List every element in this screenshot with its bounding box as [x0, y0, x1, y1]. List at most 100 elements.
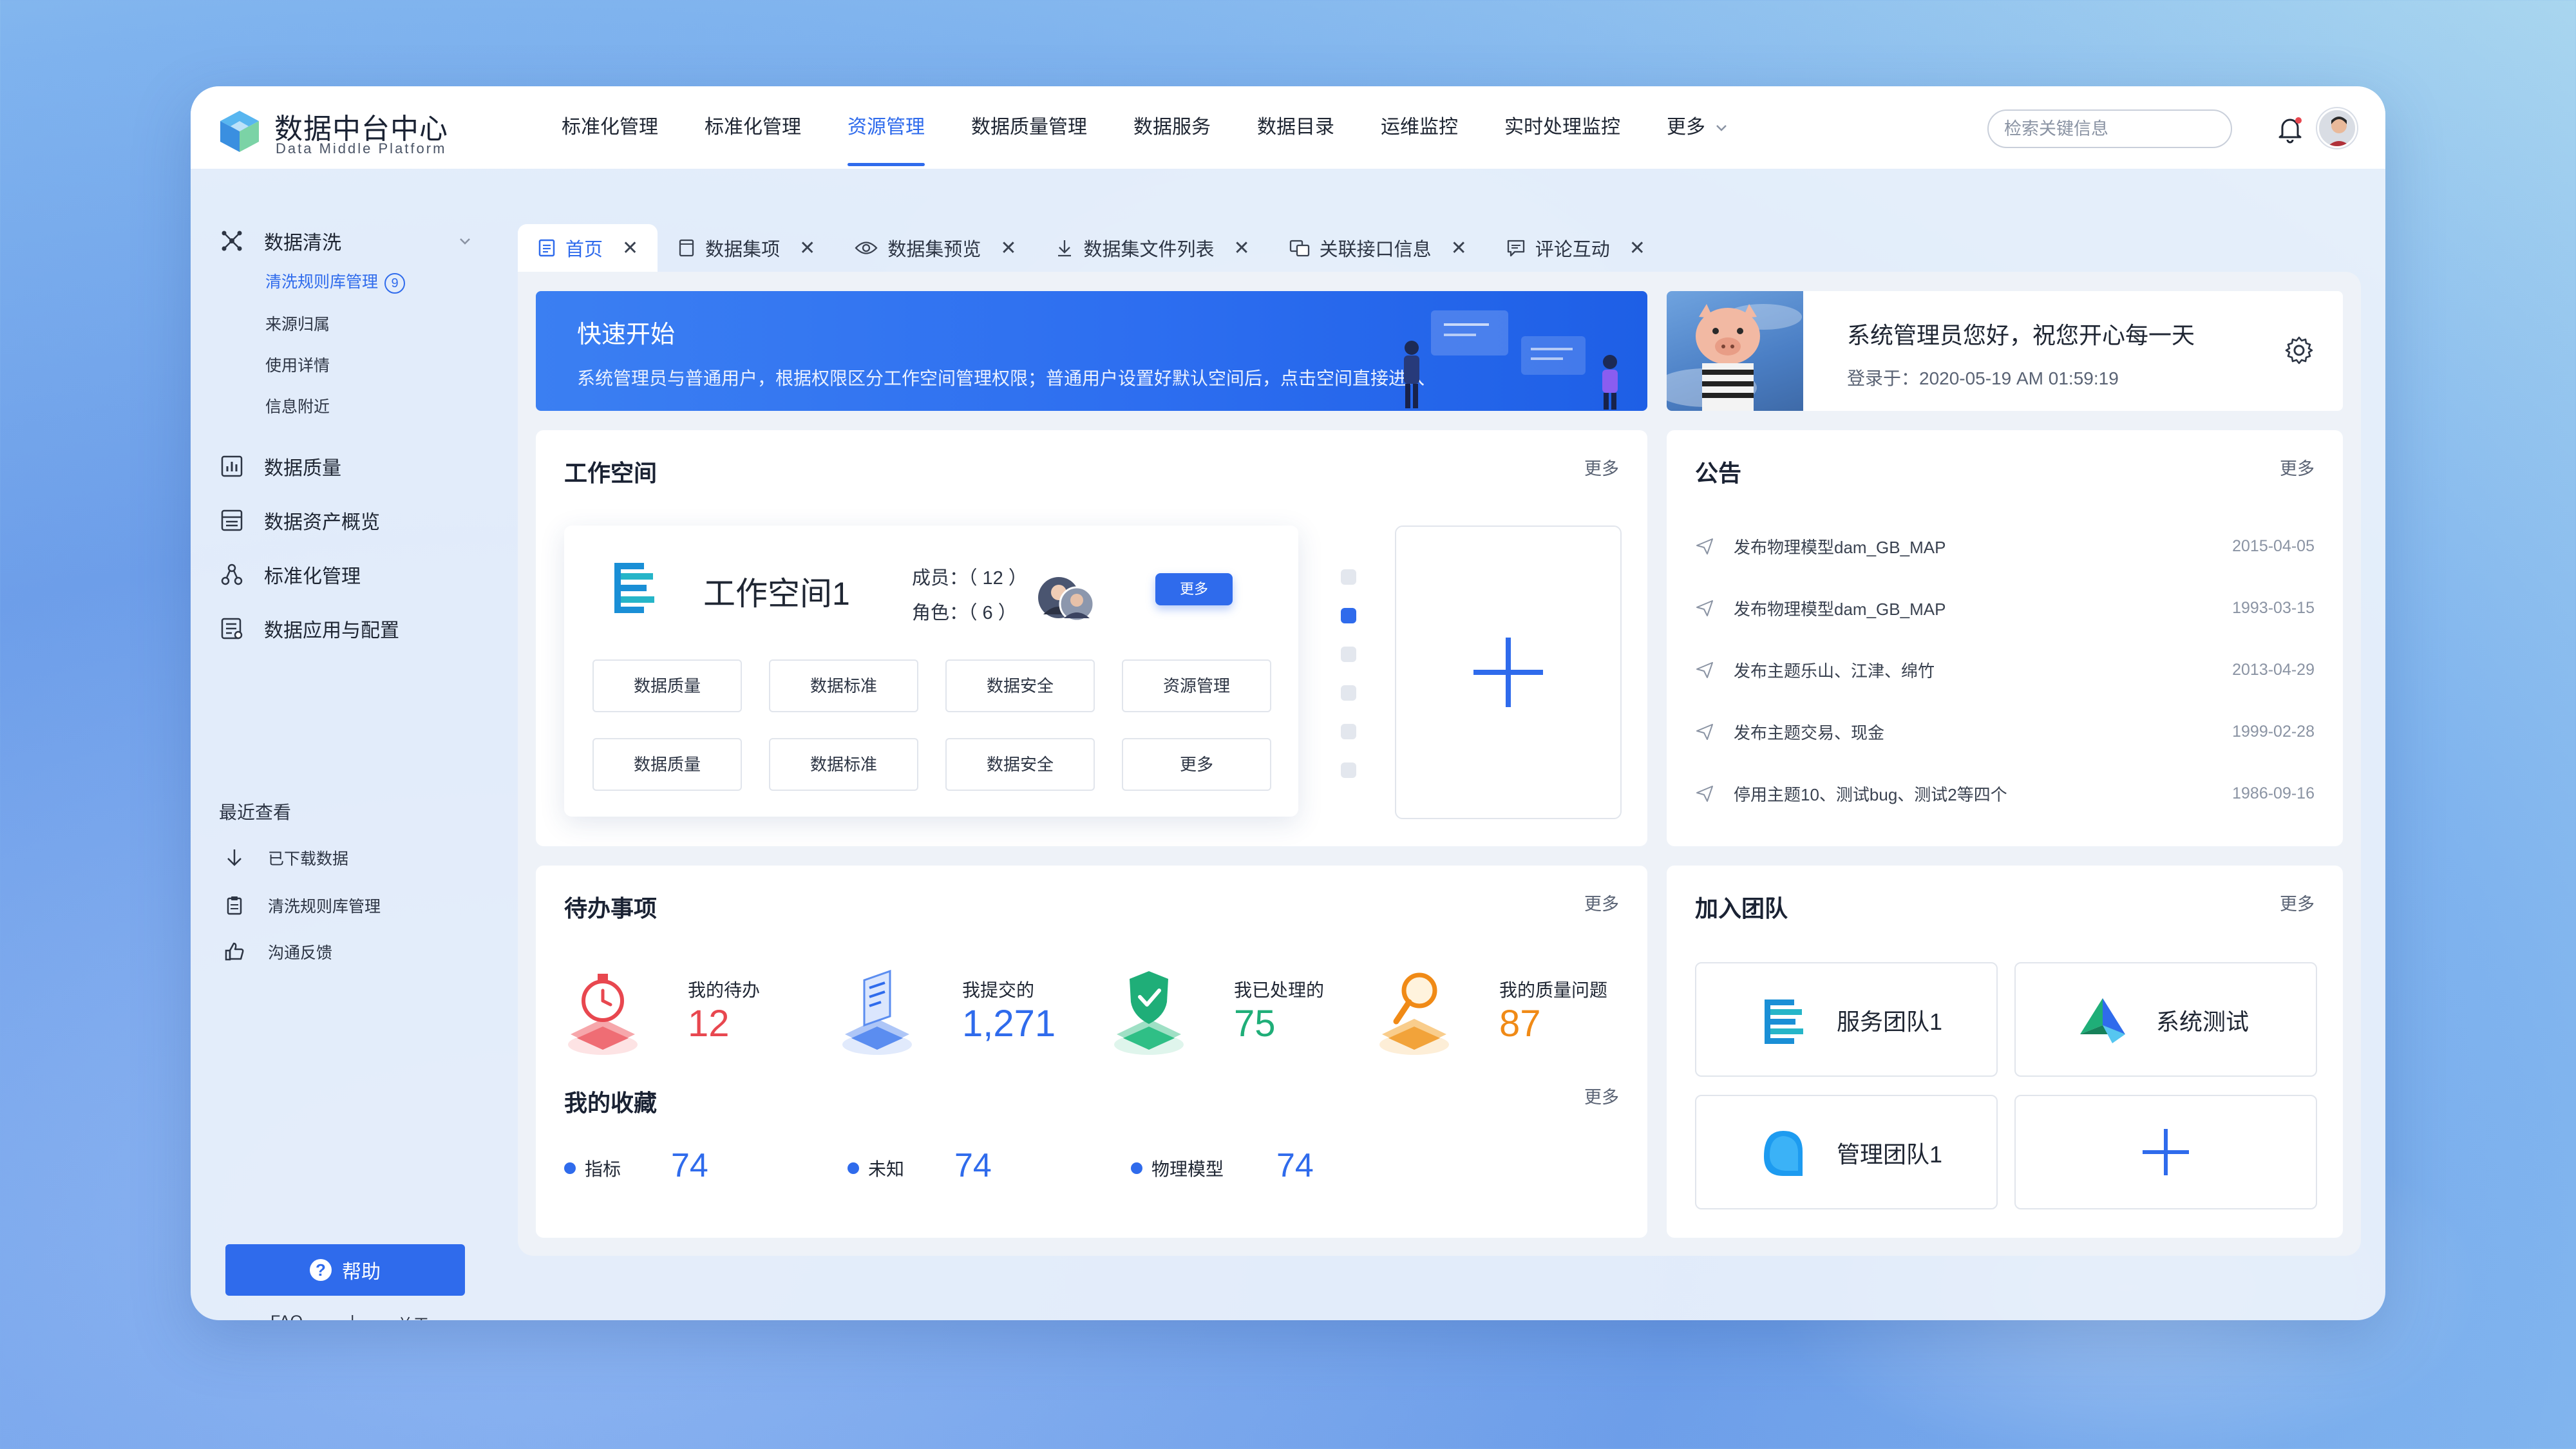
download-icon	[1055, 238, 1074, 258]
user-avatar[interactable]	[2317, 108, 2357, 148]
notice-card: 公告 更多 发布物理模型dam_GB_MAP 2015-04-05 发布物理模型…	[1667, 430, 2343, 846]
favorite-item-indicator[interactable]: 指标 74	[564, 1155, 621, 1181]
nav-item-service[interactable]: 数据服务	[1110, 86, 1234, 169]
close-icon[interactable]: ✕	[1000, 237, 1016, 260]
quick-start-banner[interactable]: 快速开始 系统管理员与普通用户，根据权限区分工作空间管理权限；普通用户设置好默认…	[536, 291, 1647, 411]
favorite-item-unknown[interactable]: 未知 74	[848, 1155, 904, 1181]
favorites-more-link[interactable]: 更多	[1584, 1083, 1619, 1108]
sidebar-item-quality[interactable]: 数据质量	[219, 452, 341, 480]
pager-dot[interactable]	[1341, 724, 1356, 739]
todo-item-submitted[interactable]: 我提交的 1,271	[836, 962, 1106, 1065]
sidebar-item-nearby[interactable]: 信息附近	[265, 394, 330, 417]
close-icon[interactable]: ✕	[1451, 237, 1467, 260]
workspace-more-button[interactable]: 更多	[1155, 573, 1233, 605]
recent-item-feedback[interactable]: 沟通反馈	[223, 940, 332, 963]
welcome-title: 系统管理员您好，祝您开心每一天	[1847, 317, 2195, 350]
nav-more-dropdown[interactable]: 更多	[1643, 86, 1752, 169]
pager-dot[interactable]	[1341, 762, 1356, 778]
app-logo[interactable]: 数据中台中心 Data Middle Platform	[216, 103, 461, 155]
pager-dot[interactable]	[1341, 685, 1356, 701]
notice-item[interactable]: 发布主题乐山、江津、绵竹 2013-04-29	[1695, 639, 2315, 701]
close-icon[interactable]: ✕	[1629, 237, 1645, 260]
team-card-system-test[interactable]: 系统测试	[2014, 962, 2317, 1077]
sidebar-group-cleaning[interactable]: 数据清洗	[219, 227, 477, 255]
tab-linked-api[interactable]: 关联接口信息 ✕	[1269, 224, 1486, 272]
notice-list: 发布物理模型dam_GB_MAP 2015-04-05 发布物理模型dam_GB…	[1695, 515, 2315, 824]
close-icon[interactable]: ✕	[622, 237, 638, 260]
add-team-button[interactable]	[2014, 1095, 2317, 1209]
teams-more-link[interactable]: 更多	[2280, 890, 2315, 915]
todo-item-processed[interactable]: 我已处理的 75	[1108, 962, 1378, 1065]
notice-item[interactable]: 发布物理模型dam_GB_MAP 2015-04-05	[1695, 515, 2315, 577]
team-illustration-icon	[1373, 298, 1643, 411]
workspace-btn-security-2[interactable]: 数据安全	[945, 738, 1095, 791]
help-button[interactable]: ? 帮助	[225, 1244, 465, 1296]
tab-label: 数据集预览	[887, 234, 981, 261]
favorite-item-physical-model[interactable]: 物理模型 74	[1131, 1155, 1224, 1181]
welcome-image	[1667, 291, 1803, 411]
close-icon[interactable]: ✕	[799, 237, 815, 260]
notice-item[interactable]: 发布物理模型dam_GB_MAP 1993-03-15	[1695, 577, 2315, 639]
favorite-value: 74	[1276, 1146, 1314, 1185]
recent-item-downloaded[interactable]: 已下载数据	[223, 846, 348, 869]
search-input[interactable]	[2004, 119, 2232, 139]
tab-dataset-items[interactable]: 数据集项 ✕	[658, 224, 835, 272]
workspace-btn-standard-2[interactable]: 数据标准	[769, 738, 918, 791]
nav-item-standardization-2[interactable]: 标准化管理	[681, 86, 824, 169]
workspace-more-link[interactable]: 更多	[1584, 455, 1619, 480]
login-time: 登录于：2020-05-19 AM 01:59:19	[1847, 365, 2119, 390]
pager-dot[interactable]	[1341, 569, 1356, 585]
nav-item-realtime[interactable]: 实时处理监控	[1481, 86, 1643, 169]
sidebar-item-usage[interactable]: 使用详情	[265, 353, 330, 376]
about-link[interactable]: 关于	[397, 1312, 430, 1320]
workspace-btn-more[interactable]: 更多	[1122, 738, 1271, 791]
sidebar-item-assets[interactable]: 数据资产概览	[219, 506, 380, 535]
sidebar-item-source[interactable]: 来源归属	[265, 312, 330, 335]
nav-item-catalog[interactable]: 数据目录	[1234, 86, 1358, 169]
tab-home[interactable]: 首页 ✕	[518, 224, 658, 272]
add-workspace-button[interactable]	[1395, 526, 1622, 819]
todo-item-pending[interactable]: 我的待办 12	[562, 962, 832, 1065]
nav-item-standardization[interactable]: 标准化管理	[538, 86, 681, 169]
close-icon[interactable]: ✕	[1233, 237, 1249, 260]
faq-link[interactable]: FAQ	[270, 1312, 303, 1320]
teams-card: 加入团队 更多 服务团队1	[1667, 866, 2343, 1238]
workspace-btn-quality[interactable]: 数据质量	[592, 659, 742, 712]
workspace-btn-standard[interactable]: 数据标准	[769, 659, 918, 712]
pager-dot-active[interactable]	[1341, 608, 1356, 623]
nav-item-quality[interactable]: 数据质量管理	[948, 86, 1110, 169]
nav-item-ops[interactable]: 运维监控	[1358, 86, 1481, 169]
tab-comments[interactable]: 评论互动 ✕	[1486, 224, 1665, 272]
sidebar-item-rule-library[interactable]: 清洗规则库管理9	[265, 269, 405, 294]
team-card-management[interactable]: 管理团队1	[1695, 1095, 1998, 1209]
teams-title: 加入团队	[1695, 890, 1788, 923]
workspace-item[interactable]: 工作空间1 成员：（ 12 ） 角色：（ 6 ） 更多 数据质量 数据标准 数据…	[564, 526, 1298, 817]
notification-bell-icon[interactable]	[2275, 113, 2306, 144]
team-name: 服务团队1	[1837, 1003, 1942, 1037]
tab-dataset-preview[interactable]: 数据集预览 ✕	[835, 224, 1036, 272]
workspace-btn-security[interactable]: 数据安全	[945, 659, 1095, 712]
notice-item[interactable]: 停用主题10、测试bug、测试2等四个 1986-09-16	[1695, 762, 2315, 824]
team-card-service[interactable]: 服务团队1	[1695, 962, 1998, 1077]
recent-item-label: 已下载数据	[268, 846, 348, 869]
todo-more-link[interactable]: 更多	[1584, 890, 1619, 915]
workspace-btn-resource[interactable]: 资源管理	[1122, 659, 1271, 712]
favorite-value: 74	[671, 1146, 708, 1185]
recent-item-rule-library[interactable]: 清洗规则库管理	[223, 894, 381, 917]
main-nav: 标准化管理 标准化管理 资源管理 数据质量管理 数据服务 数据目录 运维监控 实…	[538, 86, 1752, 169]
send-icon	[1695, 722, 1714, 741]
gear-icon[interactable]	[2284, 335, 2315, 366]
todo-item-quality-issues[interactable]: 我的质量问题 87	[1373, 962, 1643, 1065]
workspace-btn-quality-2[interactable]: 数据质量	[592, 738, 742, 791]
pager-dot[interactable]	[1341, 647, 1356, 662]
todo-label: 我的待办	[688, 976, 760, 1002]
tab-label: 首页	[565, 234, 603, 261]
notice-item[interactable]: 发布主题交易、现金 1999-02-28	[1695, 701, 2315, 762]
sidebar-item-standardization[interactable]: 标准化管理	[219, 560, 361, 589]
workspace-pager	[1341, 569, 1360, 801]
nav-item-resource[interactable]: 资源管理	[824, 86, 948, 169]
tab-dataset-files[interactable]: 数据集文件列表 ✕	[1036, 224, 1269, 272]
notice-text: 发布主题乐山、江津、绵竹	[1734, 658, 1935, 682]
notice-more-link[interactable]: 更多	[2280, 455, 2315, 480]
sidebar-item-app-config[interactable]: 数据应用与配置	[219, 614, 399, 643]
